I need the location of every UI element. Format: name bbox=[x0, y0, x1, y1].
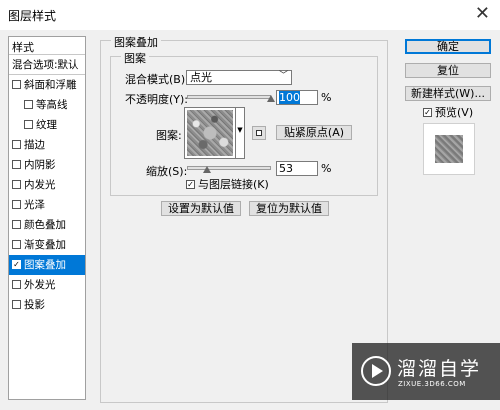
sidebar-item-texture[interactable]: 纹理 bbox=[9, 115, 85, 135]
chevron-down-icon: ﹀ bbox=[278, 71, 288, 81]
sidebar-item-inner-glow[interactable]: 内发光 bbox=[9, 175, 85, 195]
opacity-input[interactable]: 100 bbox=[276, 90, 318, 105]
new-preset-icon[interactable] bbox=[252, 126, 266, 140]
scale-slider-thumb[interactable] bbox=[203, 166, 212, 173]
opacity-slider-thumb[interactable] bbox=[267, 95, 275, 102]
watermark-title: 溜溜自学 bbox=[397, 358, 482, 380]
watermark: 溜溜自学 ZIXUE.3D66.COM bbox=[352, 343, 500, 400]
chevron-down-icon[interactable]: ▼ bbox=[236, 107, 245, 159]
checkbox[interactable] bbox=[12, 139, 21, 149]
new-style-button[interactable]: 新建样式(W)... bbox=[405, 86, 491, 101]
sidebar-item-bevel[interactable]: 斜面和浮雕 bbox=[9, 75, 85, 95]
blend-mode-select[interactable]: 点光 ﹀ bbox=[186, 70, 292, 85]
checkbox[interactable] bbox=[24, 119, 33, 129]
reset-button[interactable]: 复位 bbox=[405, 63, 491, 78]
snap-origin-button[interactable]: 贴紧原点(A) bbox=[276, 125, 352, 140]
scale-slider[interactable] bbox=[187, 166, 271, 170]
window-title: 图层样式 bbox=[8, 9, 57, 23]
scale-unit: % bbox=[321, 162, 332, 175]
sidebar-item-outer-glow[interactable]: 外发光 bbox=[9, 275, 85, 295]
checkbox-checked[interactable]: ✓ bbox=[186, 179, 195, 189]
sidebar-item-drop-shadow[interactable]: 投影 bbox=[9, 295, 85, 315]
reset-default-button[interactable]: 复位为默认值 bbox=[249, 201, 329, 216]
checkbox[interactable] bbox=[24, 99, 33, 109]
style-preview bbox=[423, 123, 475, 175]
checkbox[interactable] bbox=[12, 279, 21, 289]
sidebar-item-color-overlay[interactable]: 颜色叠加 bbox=[9, 215, 85, 235]
sidebar-item-inner-shadow[interactable]: 内阴影 bbox=[9, 155, 85, 175]
group-title: 图案叠加 bbox=[111, 34, 161, 50]
set-default-button[interactable]: 设置为默认值 bbox=[161, 201, 241, 216]
pattern-label: 图案: bbox=[156, 129, 182, 142]
checkbox[interactable] bbox=[12, 79, 21, 89]
checkbox[interactable] bbox=[12, 159, 21, 169]
checkbox[interactable] bbox=[12, 199, 21, 209]
preview-swatch bbox=[435, 135, 463, 163]
sidebar-item-pattern-overlay[interactable]: ✓ 图案叠加 bbox=[9, 255, 85, 275]
subgroup-title: 图案 bbox=[121, 50, 149, 66]
checkbox[interactable] bbox=[12, 219, 21, 229]
blend-options-item[interactable]: 混合选项:默认 bbox=[9, 55, 85, 75]
opacity-label: 不透明度(Y): bbox=[125, 93, 189, 106]
checkbox[interactable] bbox=[12, 179, 21, 189]
styles-list: 样式 混合选项:默认 斜面和浮雕 等高线 纹理 描边 内阴影 内发光 光泽 颜色… bbox=[8, 36, 86, 400]
checkbox-checked[interactable]: ✓ bbox=[12, 259, 21, 269]
sidebar-item-contour[interactable]: 等高线 bbox=[9, 95, 85, 115]
checkbox[interactable] bbox=[12, 239, 21, 249]
close-icon[interactable]: ✕ bbox=[475, 3, 490, 24]
sidebar-item-stroke[interactable]: 描边 bbox=[9, 135, 85, 155]
watermark-subtitle: ZIXUE.3D66.COM bbox=[398, 380, 466, 388]
styles-header[interactable]: 样式 bbox=[9, 37, 85, 55]
play-logo-icon bbox=[361, 356, 391, 386]
link-with-layer-checkbox[interactable]: ✓ 与图层链接(K) bbox=[186, 176, 269, 192]
ok-button[interactable]: 确定 bbox=[405, 39, 491, 54]
preview-checkbox[interactable]: ✓ 预览(V) bbox=[423, 104, 473, 120]
blend-mode-label: 混合模式(B): bbox=[125, 73, 189, 86]
checkbox[interactable] bbox=[12, 299, 21, 309]
pattern-swatch bbox=[187, 110, 233, 156]
sidebar-item-gradient-overlay[interactable]: 渐变叠加 bbox=[9, 235, 85, 255]
opacity-slider[interactable] bbox=[187, 95, 271, 99]
scale-label: 缩放(S): bbox=[146, 165, 188, 178]
sidebar-item-satin[interactable]: 光泽 bbox=[9, 195, 85, 215]
pattern-picker[interactable] bbox=[184, 107, 236, 159]
scale-input[interactable]: 53 bbox=[276, 161, 318, 176]
checkbox-checked[interactable]: ✓ bbox=[423, 107, 432, 117]
opacity-unit: % bbox=[321, 91, 332, 104]
title-bar: 图层样式 ✕ bbox=[0, 0, 500, 30]
